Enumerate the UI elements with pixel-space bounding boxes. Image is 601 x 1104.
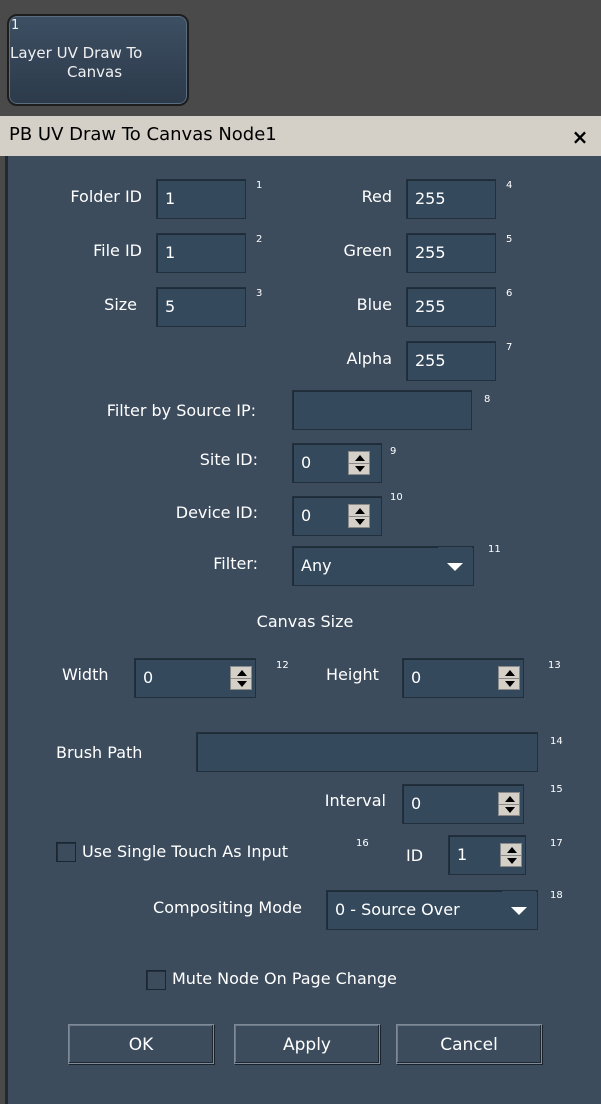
size-input[interactable]: 5 [156, 287, 246, 327]
height-stepper[interactable] [498, 666, 520, 690]
brush-path-label: Brush Path [56, 743, 143, 762]
interval-index: 15 [550, 784, 563, 795]
height-label: Height [326, 665, 379, 684]
apply-button[interactable]: Apply [234, 1024, 380, 1064]
file-id-input[interactable]: 1 [156, 233, 246, 273]
brush-path-input[interactable] [196, 732, 538, 772]
compositing-index: 18 [550, 890, 563, 901]
blue-index: 6 [506, 288, 513, 299]
touch-id-index: 17 [550, 838, 563, 849]
device-id-label: Device ID: [175, 503, 258, 522]
blue-input[interactable]: 255 [406, 287, 496, 327]
blue-label: Blue [356, 295, 392, 314]
width-stepper[interactable] [230, 666, 252, 690]
width-label: Width [62, 665, 109, 684]
folder-id-index: 1 [256, 180, 263, 191]
touch-id-label: ID [406, 846, 424, 865]
red-label: Red [361, 187, 392, 206]
width-index: 12 [276, 660, 289, 671]
device-id-stepper[interactable] [348, 504, 370, 528]
file-id-label: File ID [93, 241, 142, 260]
single-touch-label[interactable]: Use Single Touch As Input [82, 842, 288, 861]
red-input[interactable]: 255 [406, 179, 496, 219]
size-label: Size [104, 295, 137, 314]
single-touch-index: 16 [356, 838, 369, 849]
canvas-size-heading: Canvas Size [256, 612, 354, 631]
close-icon[interactable]: × [569, 126, 591, 148]
chevron-down-icon[interactable] [438, 547, 472, 585]
ok-button[interactable]: OK [68, 1024, 214, 1064]
filter-index: 11 [488, 544, 501, 555]
folder-id-label: Folder ID [70, 187, 142, 206]
node-title-line2: Canvas [67, 63, 123, 81]
interval-stepper[interactable] [498, 792, 520, 816]
interval-label: Interval [324, 791, 386, 810]
green-input[interactable]: 255 [406, 233, 496, 273]
brush-path-index: 14 [550, 736, 563, 747]
site-id-label: Site ID: [199, 450, 258, 469]
alpha-label: Alpha [346, 349, 393, 368]
site-id-stepper[interactable] [348, 451, 370, 475]
alpha-index: 7 [506, 342, 513, 353]
node-title: Layer UV Draw To Canvas [10, 44, 190, 82]
filter-ip-label: Filter by Source IP: [106, 401, 256, 420]
node-title-line1: Layer UV Draw To [10, 44, 143, 62]
mute-node-label[interactable]: Mute Node On Page Change [172, 969, 397, 988]
device-id-index: 10 [390, 492, 403, 503]
chevron-down-icon[interactable] [502, 891, 536, 929]
height-index: 13 [548, 660, 561, 671]
cancel-button[interactable]: Cancel [396, 1024, 542, 1064]
folder-id-input[interactable]: 1 [156, 179, 246, 219]
red-index: 4 [506, 180, 513, 191]
filter-ip-input[interactable] [292, 390, 472, 430]
alpha-input[interactable]: 255 [406, 341, 496, 381]
site-id-index: 9 [390, 446, 397, 457]
file-id-index: 2 [256, 234, 263, 245]
single-touch-checkbox[interactable] [56, 842, 76, 862]
mute-node-checkbox[interactable] [146, 970, 166, 990]
green-label: Green [343, 241, 392, 260]
filter-label: Filter: [213, 554, 258, 573]
size-index: 3 [256, 288, 263, 299]
touch-id-stepper[interactable] [500, 843, 522, 867]
compositing-label: Compositing Mode [153, 898, 302, 917]
node-number: 1 [11, 18, 20, 33]
dialog-title: PB UV Draw To Canvas Node1 [9, 124, 277, 145]
green-index: 5 [506, 234, 513, 245]
filter-ip-index: 8 [484, 394, 491, 405]
